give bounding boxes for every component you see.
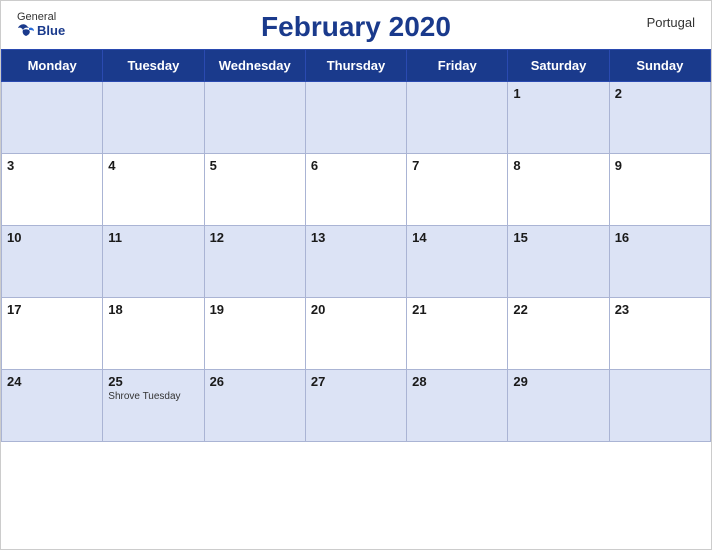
calendar-table: Monday Tuesday Wednesday Thursday Friday… [1, 49, 711, 442]
calendar-cell: 2 [609, 82, 710, 154]
day-number: 21 [412, 302, 502, 317]
day-number: 24 [7, 374, 97, 389]
day-number: 22 [513, 302, 603, 317]
calendar-cell: 11 [103, 226, 204, 298]
calendar-cell: 26 [204, 370, 305, 442]
day-number: 16 [615, 230, 705, 245]
calendar-cell: 5 [204, 154, 305, 226]
calendar-cell: 7 [407, 154, 508, 226]
day-number: 18 [108, 302, 198, 317]
day-number: 9 [615, 158, 705, 173]
header-thursday: Thursday [305, 50, 406, 82]
header-saturday: Saturday [508, 50, 609, 82]
day-number: 20 [311, 302, 401, 317]
calendar-cell: 19 [204, 298, 305, 370]
calendar-cell: 16 [609, 226, 710, 298]
day-number: 12 [210, 230, 300, 245]
calendar-cell: 9 [609, 154, 710, 226]
day-number: 27 [311, 374, 401, 389]
calendar-cell: 3 [2, 154, 103, 226]
logo-blue-area: Blue [17, 23, 65, 39]
day-number: 14 [412, 230, 502, 245]
day-number: 17 [7, 302, 97, 317]
calendar-cell: 15 [508, 226, 609, 298]
logo-area: General Blue [17, 11, 65, 39]
day-number: 10 [7, 230, 97, 245]
day-number: 5 [210, 158, 300, 173]
calendar-week-row-0: 12 [2, 82, 711, 154]
day-number: 8 [513, 158, 603, 173]
calendar-cell: 17 [2, 298, 103, 370]
calendar-week-row-3: 17 18 19 20 21 22 23 [2, 298, 711, 370]
calendar-week-row-4: 24 25 Shrove Tuesday 26 27 28 29 [2, 370, 711, 442]
calendar-cell [305, 82, 406, 154]
logo-blue-text: Blue [37, 24, 65, 38]
calendar-cell [204, 82, 305, 154]
logo-general-text: General [17, 11, 56, 23]
day-number: 13 [311, 230, 401, 245]
calendar-cell: 24 [2, 370, 103, 442]
calendar-week-row-2: 10 11 12 13 14 15 16 [2, 226, 711, 298]
calendar-cell: 4 [103, 154, 204, 226]
calendar-cell: 27 [305, 370, 406, 442]
calendar-week-row-1: 3456789 [2, 154, 711, 226]
header-monday: Monday [2, 50, 103, 82]
calendar-cell: 1 [508, 82, 609, 154]
day-number: 29 [513, 374, 603, 389]
header-wednesday: Wednesday [204, 50, 305, 82]
calendar-cell: 20 [305, 298, 406, 370]
calendar-cell: 12 [204, 226, 305, 298]
header-friday: Friday [407, 50, 508, 82]
day-number: 26 [210, 374, 300, 389]
header-tuesday: Tuesday [103, 50, 204, 82]
day-number: 7 [412, 158, 502, 173]
holiday-label: Shrove Tuesday [108, 391, 198, 402]
calendar-cell [2, 82, 103, 154]
calendar-cell: 10 [2, 226, 103, 298]
calendar-cell: 21 [407, 298, 508, 370]
day-number: 28 [412, 374, 502, 389]
day-number: 23 [615, 302, 705, 317]
day-number: 2 [615, 86, 705, 101]
calendar-cell: 14 [407, 226, 508, 298]
calendar-cell [609, 370, 710, 442]
calendar-cell: 8 [508, 154, 609, 226]
country-label: Portugal [647, 15, 695, 30]
day-number: 1 [513, 86, 603, 101]
calendar-cell: 13 [305, 226, 406, 298]
day-number: 3 [7, 158, 97, 173]
calendar-cell: 23 [609, 298, 710, 370]
day-number: 15 [513, 230, 603, 245]
calendar-cell: 22 [508, 298, 609, 370]
calendar-cell: 18 [103, 298, 204, 370]
calendar-cell [103, 82, 204, 154]
weekday-header-row: Monday Tuesday Wednesday Thursday Friday… [2, 50, 711, 82]
calendar-cell: 29 [508, 370, 609, 442]
calendar-cell [407, 82, 508, 154]
calendar-cell: 25 Shrove Tuesday [103, 370, 204, 442]
day-number: 11 [108, 230, 198, 245]
day-number: 19 [210, 302, 300, 317]
day-number: 6 [311, 158, 401, 173]
day-number: 25 [108, 374, 198, 389]
logo-bird-icon [17, 23, 35, 39]
day-number: 4 [108, 158, 198, 173]
calendar-body: 1234567891011121314151617181920212223242… [2, 82, 711, 442]
calendar-container: General Blue February 2020 Portugal Mond… [0, 0, 712, 550]
calendar-title: February 2020 [17, 11, 695, 43]
header-sunday: Sunday [609, 50, 710, 82]
calendar-cell: 28 [407, 370, 508, 442]
calendar-header: General Blue February 2020 Portugal [1, 1, 711, 49]
calendar-cell: 6 [305, 154, 406, 226]
